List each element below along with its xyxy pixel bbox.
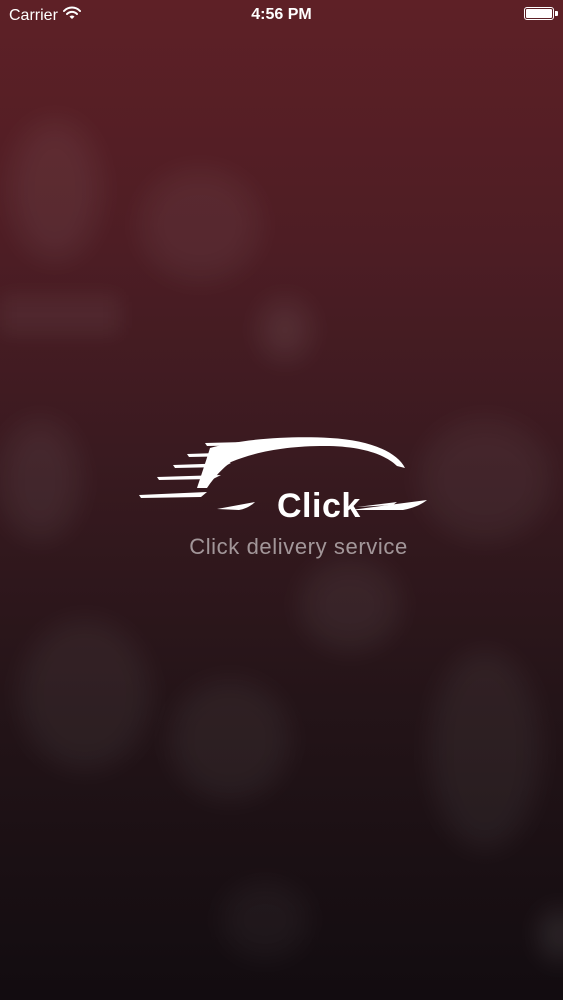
- background-blur: [0, 420, 80, 540]
- tagline: Click delivery service: [189, 534, 408, 559]
- battery-tip: [555, 11, 558, 16]
- battery-icon: [524, 7, 554, 20]
- background-blur: [430, 650, 540, 850]
- background-blur: [220, 880, 310, 960]
- background-blur: [10, 120, 100, 260]
- background-blur: [260, 300, 310, 360]
- background-blur: [420, 420, 550, 540]
- status-time: 4:56 PM: [251, 6, 312, 23]
- background-blur: [170, 680, 290, 800]
- background-blur: [20, 620, 150, 770]
- status-bar: Carrier 4:56 PM: [0, 0, 563, 30]
- background-blur: [540, 910, 563, 960]
- background-blur: [140, 170, 260, 280]
- brand-name: Click: [277, 487, 361, 525]
- splash-screen: Carrier 4:56 PM Click Click delivery ser…: [0, 0, 563, 1000]
- background-blur: [300, 560, 400, 650]
- battery-fill: [526, 9, 552, 18]
- background-blur: [0, 295, 120, 335]
